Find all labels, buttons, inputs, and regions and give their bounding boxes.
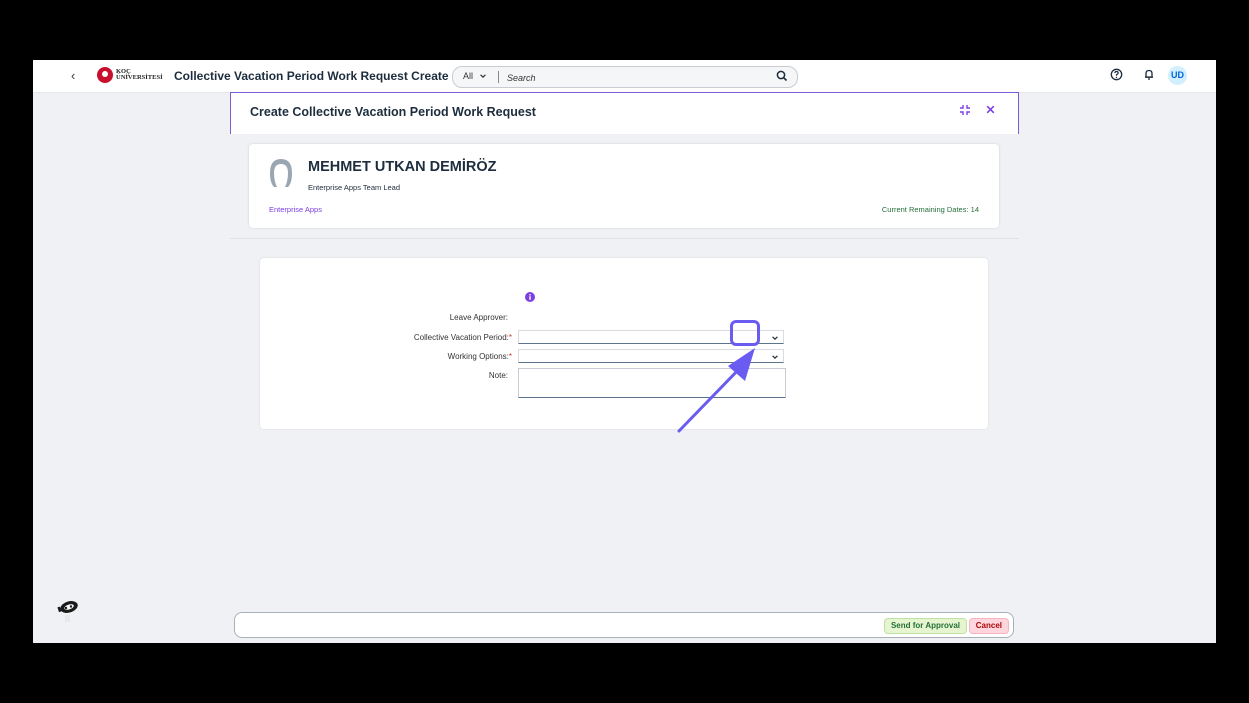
dialog-header: Create Collective Vacation Period Work R…: [230, 92, 1019, 135]
logo-mark-icon: [97, 67, 113, 83]
close-icon[interactable]: [985, 104, 996, 115]
note-label: Note:: [488, 371, 508, 380]
collective-period-select[interactable]: [518, 330, 784, 344]
create-request-dialog: Create Collective Vacation Period Work R…: [230, 92, 1019, 643]
app-title: Collective Vacation Period Work Request …: [174, 69, 449, 83]
chevron-down-icon: [480, 74, 486, 79]
search-scope-value: All: [463, 71, 474, 81]
university-logo[interactable]: KOÇ ÜNİVERSİTESİ: [97, 67, 163, 83]
department-link[interactable]: Enterprise Apps: [269, 205, 322, 214]
required-mark: *: [508, 352, 512, 361]
working-options-label: Working Options:*: [448, 352, 512, 361]
help-icon[interactable]: [1110, 68, 1123, 81]
shell-bar: ‹ KOÇ ÜNİVERSİTESİ Collective Vacation Pe…: [33, 60, 1216, 93]
dialog-footer: Send for Approval Cancel: [234, 612, 1014, 638]
note-textarea[interactable]: [518, 368, 786, 398]
app-screen: ‹ KOÇ ÜNİVERSİTESİ Collective Vacation Pe…: [33, 60, 1216, 643]
employee-role: Enterprise Apps Team Lead: [308, 183, 401, 192]
search-bar: All: [452, 66, 798, 88]
request-form: Leave Approver: Collective Vacation Peri…: [260, 258, 988, 429]
required-mark: *: [508, 333, 512, 342]
app-title-menu[interactable]: Collective Vacation Period Work Request …: [174, 69, 462, 83]
search-input[interactable]: [505, 69, 769, 86]
working-options-label-text: Working Options:: [447, 352, 509, 361]
dialog-title: Create Collective Vacation Period Work R…: [250, 105, 536, 119]
logo-text-line2: ÜNİVERSİTESİ: [116, 74, 163, 81]
bell-icon[interactable]: [1143, 68, 1155, 81]
chevron-down-icon[interactable]: [771, 353, 779, 361]
info-icon[interactable]: [525, 292, 535, 302]
collective-period-label-text: Collective Vacation Period:: [413, 333, 509, 342]
exit-fullscreen-icon[interactable]: [959, 104, 971, 116]
search-icon[interactable]: [776, 70, 788, 82]
profile-header: MEHMET UTKAN DEMİRÖZ Enterprise Apps Tea…: [230, 134, 1019, 287]
working-options-select[interactable]: [518, 349, 784, 363]
search-separator: [498, 71, 499, 83]
search-scope-select[interactable]: All: [463, 71, 487, 81]
profile-card: MEHMET UTKAN DEMİRÖZ Enterprise Apps Tea…: [249, 144, 999, 228]
send-for-approval-button[interactable]: Send for Approval: [883, 618, 967, 634]
collective-period-label: Collective Vacation Period:*: [414, 333, 512, 342]
chevron-down-icon[interactable]: [771, 334, 779, 342]
employee-name: MEHMET UTKAN DEMİRÖZ: [308, 159, 497, 175]
cancel-button[interactable]: Cancel: [968, 618, 1009, 634]
remaining-dates: Current Remaining Dates: 14: [881, 205, 979, 214]
back-button[interactable]: ‹: [71, 68, 75, 83]
user-avatar[interactable]: UD: [1168, 66, 1187, 85]
leave-approver-label: Leave Approver:: [449, 313, 508, 322]
joule-assistant-icon[interactable]: [55, 597, 81, 623]
person-placeholder-icon: [270, 159, 292, 187]
